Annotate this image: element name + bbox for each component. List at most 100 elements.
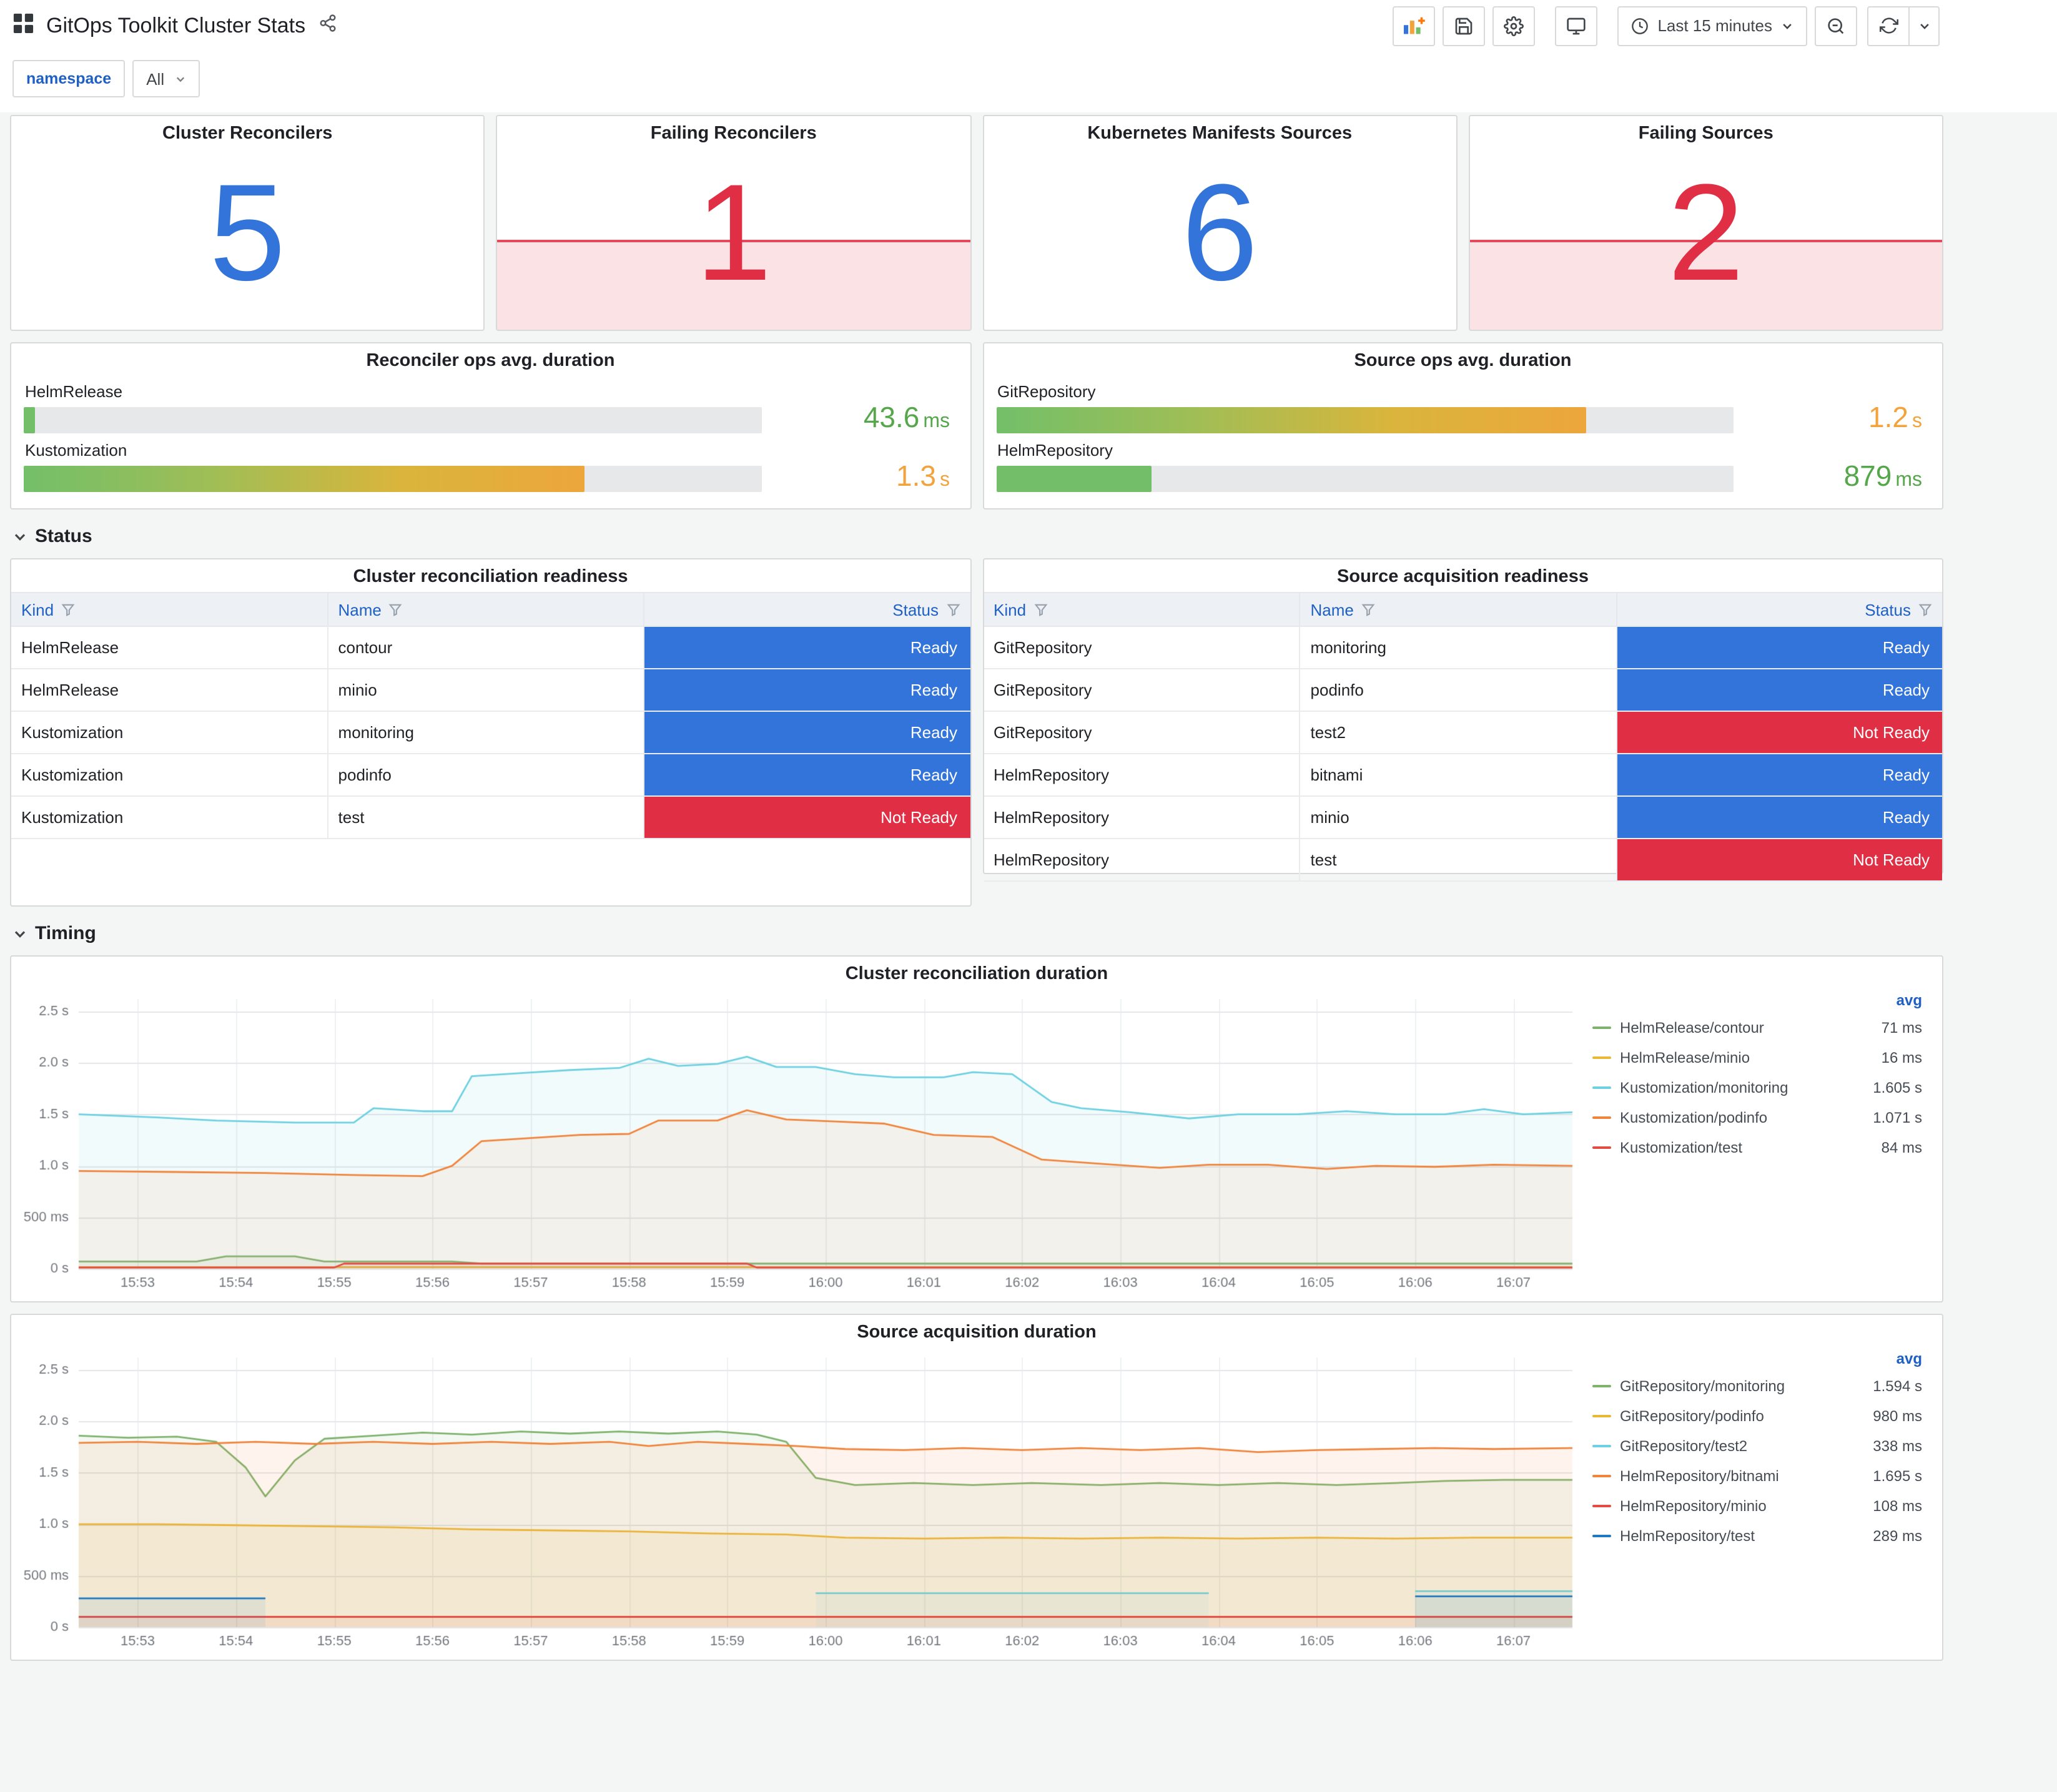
status-badge: Not Ready	[644, 797, 970, 838]
share-icon[interactable]	[318, 13, 337, 38]
legend-item[interactable]: GitRepository/podinfo 980 ms	[1592, 1401, 1922, 1431]
cell-kind: Kustomization	[11, 753, 328, 797]
add-panel-button[interactable]	[1393, 6, 1436, 46]
timeseries-plot[interactable]	[16, 1347, 1580, 1652]
series-color-dash	[1592, 1384, 1611, 1388]
readiness-table: Kind Name Status HelmRelease contour Ready…	[11, 592, 970, 839]
cell-name: minio	[1299, 795, 1617, 839]
panel-cluster-reconciliation-readiness: Cluster reconciliation readiness Kind Na…	[10, 558, 971, 907]
legend-item[interactable]: GitRepository/monitoring 1.594 s	[1592, 1371, 1922, 1401]
legend-item[interactable]: HelmRepository/test 289 ms	[1592, 1521, 1922, 1551]
cell-kind: HelmRepository	[984, 753, 1301, 797]
panel-title[interactable]: Source ops avg. duration	[996, 343, 1930, 376]
series-avg-value: 1.071 s	[1873, 1109, 1922, 1126]
cell-name: podinfo	[327, 753, 645, 797]
panel-failing-sources: Failing Sources 2	[1468, 115, 1943, 331]
cell-name: test2	[1299, 711, 1617, 754]
column-header-kind[interactable]: Kind	[11, 592, 328, 627]
legend-item[interactable]: Kustomization/test 84 ms	[1592, 1133, 1922, 1163]
gauge-row-helmrepository: HelmRepository 879 ms	[996, 441, 1930, 493]
section-label: Timing	[35, 923, 96, 944]
series-name: Kustomization/test	[1620, 1139, 1743, 1156]
table-row: GitRepository test2 Not Ready	[984, 711, 1942, 754]
panel-title[interactable]: Source acquisition duration	[11, 1315, 1942, 1347]
legend-item[interactable]: HelmRepository/minio 108 ms	[1592, 1491, 1922, 1521]
table-row: Kustomization podinfo Ready	[11, 753, 970, 797]
gauge-label: Kustomization	[25, 441, 127, 460]
column-header-status[interactable]: Status	[1616, 592, 1942, 627]
panel-failing-reconcilers: Failing Reconcilers 1	[496, 115, 971, 331]
cell-name: monitoring	[327, 711, 645, 754]
top-bar: GitOps Toolkit Cluster Stats Last 15 min…	[0, 0, 2057, 50]
table-header-row: Kind Name Status	[11, 592, 970, 627]
series-name: HelmRepository/test	[1620, 1527, 1755, 1545]
dashboard-grid: Cluster Reconcilers 5 Failing Reconciler…	[0, 112, 2057, 1673]
series-color-dash	[1592, 1474, 1611, 1478]
cycle-view-mode-button[interactable]	[1555, 6, 1598, 46]
chevron-down-icon	[176, 76, 184, 82]
stat-value: 5	[209, 155, 286, 309]
panel-manifests-sources: Kubernetes Manifests Sources 6	[982, 115, 1458, 331]
cell-kind: HelmRelease	[11, 668, 328, 712]
series-avg-value: 84 ms	[1881, 1139, 1922, 1156]
legend-item[interactable]: Kustomization/monitoring 1.605 s	[1592, 1073, 1922, 1103]
panel-source-ops-duration: Source ops avg. duration GitRepository 1…	[982, 342, 1943, 510]
section-status[interactable]: Status	[10, 521, 1943, 547]
legend-item[interactable]: HelmRelease/minio 16 ms	[1592, 1043, 1922, 1073]
filter-icon	[1361, 603, 1375, 616]
panel-title[interactable]: Cluster reconciliation readiness	[11, 559, 970, 592]
column-header-name[interactable]: Name	[327, 592, 645, 627]
bar-gauge-track	[996, 406, 1734, 433]
refresh-button[interactable]	[1867, 6, 1910, 46]
refresh-icon	[1879, 17, 1898, 34]
chevron-down-icon	[1920, 23, 1928, 29]
panel-title[interactable]: Source acquisition readiness	[984, 559, 1942, 592]
column-header-kind[interactable]: Kind	[984, 592, 1301, 627]
series-avg-value: 338 ms	[1873, 1437, 1922, 1455]
cell-kind: HelmRelease	[11, 626, 328, 669]
time-range-picker[interactable]: Last 15 minutes	[1617, 6, 1807, 46]
timeseries-plot[interactable]	[16, 989, 1580, 1294]
section-label: Status	[35, 526, 92, 547]
column-header-status[interactable]: Status	[643, 592, 970, 627]
dashboard-settings-button[interactable]	[1492, 6, 1536, 46]
legend-item[interactable]: Kustomization/podinfo 1.071 s	[1592, 1103, 1922, 1133]
panel-cluster-reconciliation-duration: Cluster reconciliation duration avg HelmR…	[10, 955, 1943, 1302]
variables-row: namespace All	[0, 50, 2057, 112]
series-name: GitRepository/monitoring	[1620, 1377, 1785, 1395]
variable-namespace-value[interactable]: All	[132, 60, 200, 97]
panel-title[interactable]: Reconciler ops avg. duration	[24, 343, 957, 376]
cell-status: Not Ready	[643, 795, 970, 839]
series-avg-value: 1.605 s	[1873, 1079, 1922, 1096]
save-dashboard-button[interactable]	[1443, 6, 1486, 46]
legend-item[interactable]: HelmRepository/bitnami 1.695 s	[1592, 1461, 1922, 1491]
bar-gauge-fill	[24, 406, 36, 433]
series-avg-value: 1.695 s	[1873, 1467, 1922, 1485]
gauge-row: Reconciler ops avg. duration HelmRelease…	[10, 342, 1943, 510]
stat-value: 2	[1667, 155, 1744, 309]
legend-item[interactable]: HelmRelease/contour 71 ms	[1592, 1013, 1922, 1043]
series-name: Kustomization/monitoring	[1620, 1079, 1788, 1096]
legend-avg-header[interactable]: avg	[1592, 989, 1922, 1013]
dashboard-grid-icon[interactable]	[12, 12, 34, 39]
cell-status: Ready	[1616, 668, 1942, 712]
legend-avg-header[interactable]: avg	[1592, 1347, 1922, 1371]
series-avg-value: 980 ms	[1873, 1407, 1922, 1425]
status-badge: Ready	[644, 627, 970, 668]
series-color-dash	[1592, 1504, 1611, 1508]
cell-kind: GitRepository	[984, 668, 1301, 712]
legend-item[interactable]: GitRepository/test2 338 ms	[1592, 1431, 1922, 1461]
zoom-out-button[interactable]	[1815, 6, 1857, 46]
cell-kind: GitRepository	[984, 711, 1301, 754]
filter-icon	[389, 603, 403, 616]
column-header-name[interactable]: Name	[1299, 592, 1617, 627]
time-range-label: Last 15 minutes	[1657, 16, 1772, 35]
series-name: HelmRepository/bitnami	[1620, 1467, 1779, 1485]
series-name: HelmRelease/contour	[1620, 1019, 1764, 1036]
status-badge: Ready	[644, 754, 970, 795]
section-timing[interactable]: Timing	[10, 918, 1943, 944]
table-row: HelmRepository bitnami Ready	[984, 753, 1942, 797]
panel-title[interactable]: Cluster reconciliation duration	[11, 957, 1942, 989]
refresh-interval-dropdown[interactable]	[1910, 6, 1940, 46]
cell-status: Ready	[643, 711, 970, 754]
